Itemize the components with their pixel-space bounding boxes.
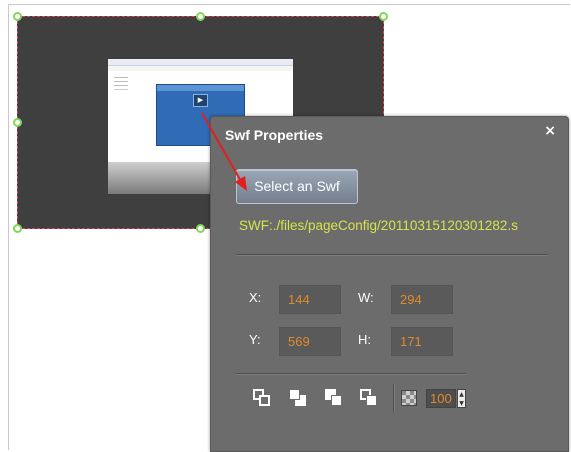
bring-forward-icon[interactable] xyxy=(323,387,345,409)
opacity-input[interactable]: 100 xyxy=(426,389,456,408)
thumbnail-toolbar-secondary xyxy=(108,66,293,71)
close-icon[interactable]: × xyxy=(544,123,556,139)
y-field[interactable]: 569 xyxy=(279,327,341,356)
play-icon: ▶ xyxy=(193,94,208,107)
resize-handle-bottom-left[interactable] xyxy=(13,224,22,233)
x-field[interactable]: 144 xyxy=(279,285,341,314)
thumbnail-sidebar xyxy=(114,77,128,78)
dialog-title: Swf Properties xyxy=(225,127,324,143)
w-label: W: xyxy=(358,290,374,305)
swf-path-text: SWF:./files/pageConfig/20110315120301282… xyxy=(239,218,518,233)
h-field[interactable]: 171 xyxy=(391,327,453,356)
opacity-stepper[interactable]: ▲ ▼ xyxy=(457,389,466,408)
swf-properties-dialog: Swf Properties × Select an Swf SWF:./fil… xyxy=(210,116,569,452)
send-backward-icon[interactable] xyxy=(358,387,380,409)
opacity-icon xyxy=(401,390,417,406)
toolbar-separator xyxy=(393,384,395,412)
resize-handle-top-right[interactable] xyxy=(379,12,388,21)
y-label: Y: xyxy=(249,332,261,347)
select-swf-button[interactable]: Select an Swf xyxy=(236,169,358,204)
thumbnail-toolbar xyxy=(108,59,293,66)
thumbnail-panel-header xyxy=(157,85,244,91)
resize-handle-middle-left[interactable] xyxy=(13,118,22,127)
resize-handle-top-left[interactable] xyxy=(13,12,22,21)
divider xyxy=(236,254,548,256)
x-label: X: xyxy=(249,290,262,305)
w-field[interactable]: 294 xyxy=(391,285,453,314)
resize-handle-top-center[interactable] xyxy=(196,12,205,21)
divider xyxy=(236,373,466,375)
resize-handle-bottom-center[interactable] xyxy=(196,224,205,233)
bring-to-front-icon[interactable] xyxy=(251,387,273,409)
send-to-back-icon[interactable] xyxy=(287,387,309,409)
h-label: H: xyxy=(358,332,371,347)
